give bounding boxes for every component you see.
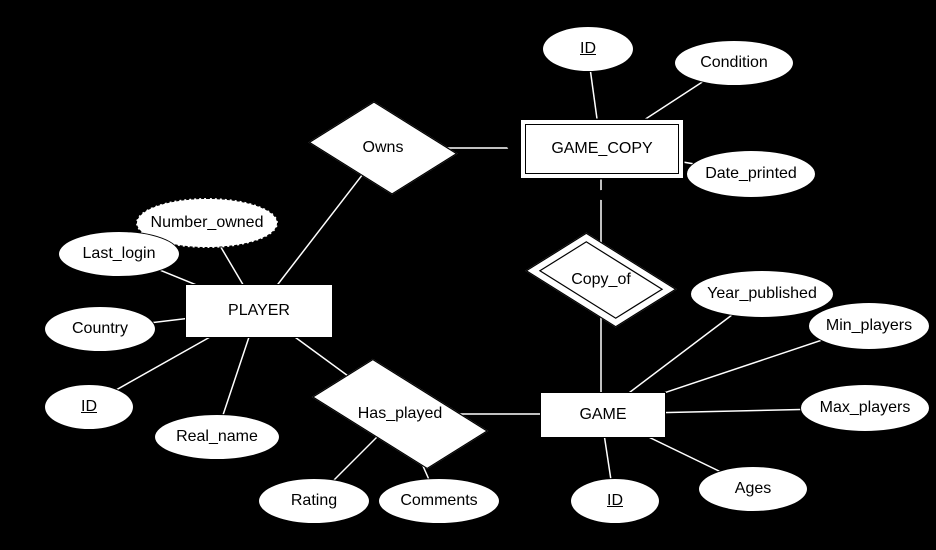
relationship-has-played-label: Has_played — [358, 405, 443, 423]
relationship-copy-of-label: Copy_of — [571, 271, 631, 289]
relationship-owns-label: Owns — [363, 139, 404, 157]
attr-country: Country — [44, 306, 156, 352]
attr-year-published: Year_published — [690, 270, 834, 318]
entity-game-copy: GAME_COPY — [525, 124, 679, 174]
attr-gamecopy-id-label: ID — [580, 40, 596, 58]
attr-min-players: Min_players — [808, 302, 930, 350]
relationship-owns: Owns — [347, 120, 419, 176]
attr-last-login: Last_login — [58, 231, 180, 277]
entity-player: PLAYER — [185, 284, 333, 338]
attr-player-id-label: ID — [81, 398, 97, 416]
attr-gamecopy-id: ID — [542, 26, 634, 72]
attr-game-id-label: ID — [607, 492, 623, 510]
relationship-copy-of: Copy_of — [562, 254, 640, 306]
attr-max-players: Max_players — [800, 384, 930, 432]
cardinality-dot — [507, 141, 523, 151]
attr-date-printed: Date_printed — [686, 150, 816, 198]
attr-ages: Ages — [698, 466, 808, 512]
attr-player-id: ID — [44, 384, 134, 430]
relationship-has-played: Has_played — [350, 388, 450, 440]
attr-rating: Rating — [258, 478, 370, 524]
cardinality-dot — [594, 190, 610, 200]
cardinality-dot — [250, 350, 266, 360]
attr-real-name: Real_name — [154, 414, 280, 460]
attr-game-id: ID — [570, 478, 660, 524]
entity-game: GAME — [540, 392, 666, 438]
cardinality-dot — [257, 265, 273, 275]
attr-comments: Comments — [378, 478, 500, 524]
attr-condition: Condition — [674, 40, 794, 86]
